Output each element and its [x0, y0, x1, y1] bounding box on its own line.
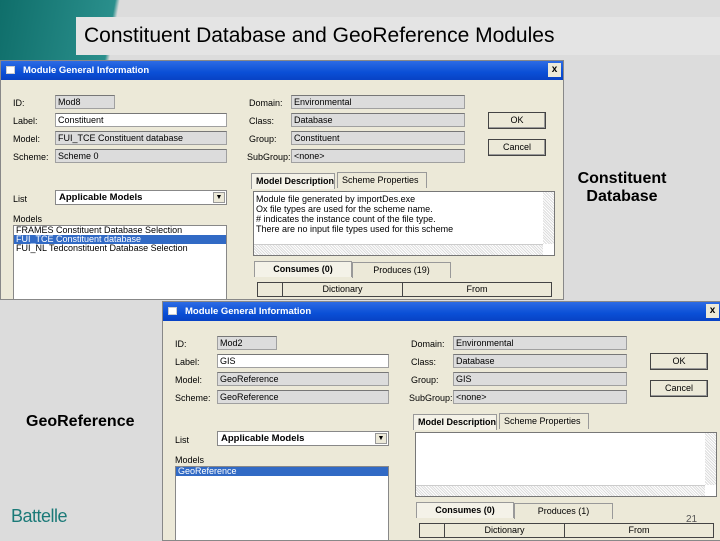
tab-model-description[interactable]: Model Description [251, 173, 335, 189]
domain-field: Environmental [453, 336, 627, 350]
ok-button[interactable]: OK [650, 353, 708, 370]
model-list-item[interactable]: GeoReference [176, 467, 388, 476]
label-label: Label: [175, 357, 200, 367]
list-label: List [175, 435, 190, 445]
model-field: FUI_TCE Constituent database [55, 131, 227, 145]
scheme-label: Scheme: [13, 152, 49, 162]
page-number: 21 [686, 514, 698, 525]
tab-consumes[interactable]: Consumes (0) [416, 502, 514, 518]
chevron-down-icon[interactable]: ▼ [375, 433, 387, 444]
model-label: Model: [175, 375, 203, 385]
caption-georeference: GeoReference [26, 413, 135, 430]
domain-field: Environmental [291, 95, 465, 109]
constituent-dialog: Module General Information x ID: Mod8 Lab… [0, 60, 564, 300]
tab-model-description[interactable]: Model Description [413, 414, 497, 430]
domain-label: Domain: [249, 98, 283, 108]
id-field: Mod2 [217, 336, 277, 350]
id-field: Mod8 [55, 95, 115, 109]
description-line: Ox file types are used for the scheme na… [256, 204, 433, 214]
scheme-field: Scheme 0 [55, 149, 227, 163]
class-field: Database [453, 354, 627, 368]
model-label: Model: [13, 134, 41, 144]
horizontal-scrollbar[interactable] [254, 244, 543, 255]
chevron-down-icon[interactable]: ▼ [213, 192, 225, 203]
scheme-label: Scheme: [175, 393, 211, 403]
domain-label: Domain: [411, 339, 445, 349]
list-select[interactable]: Applicable Models ▼ [217, 431, 389, 446]
dialog-title: Module General Information [185, 306, 312, 317]
group-field: GIS [453, 372, 627, 386]
model-list-item[interactable]: FUI_NL Tedconstituent Database Selection [14, 244, 226, 253]
list-select-value: Applicable Models [221, 433, 305, 444]
slide-title: Constituent Database and GeoReference Mo… [84, 24, 555, 47]
model-field: GeoReference [217, 372, 389, 386]
column-header-blank[interactable] [419, 523, 445, 538]
list-select[interactable]: Applicable Models ▼ [55, 190, 227, 205]
subgroup-label: SubGroup: [409, 393, 453, 403]
caption-constituent-database: Constituent Database [577, 170, 667, 205]
georeference-dialog: Module General Information x ID: Mod2 Lab… [162, 301, 720, 541]
scheme-field: GeoReference [217, 390, 389, 404]
tab-consumes[interactable]: Consumes (0) [254, 261, 352, 277]
class-label: Class: [411, 357, 437, 367]
label-input[interactable]: GIS [217, 354, 389, 368]
models-label: Models [13, 214, 43, 224]
id-label: ID: [13, 98, 25, 108]
horizontal-scrollbar[interactable] [416, 485, 705, 496]
label-label: Label: [13, 116, 38, 126]
list-select-value: Applicable Models [59, 192, 143, 203]
column-header-from[interactable]: From [564, 523, 714, 538]
cancel-button[interactable]: Cancel [650, 380, 708, 397]
close-button[interactable]: x [548, 63, 561, 77]
label-input[interactable]: Constituent [55, 113, 227, 127]
dialog-title: Module General Information [23, 65, 150, 76]
description-line: # indicates the instance count of the fi… [256, 214, 436, 224]
window-icon [168, 307, 177, 315]
group-field: Constituent [291, 131, 465, 145]
models-listbox[interactable]: FRAMES Constituent Database Selection FUI… [13, 225, 227, 299]
subgroup-label: SubGroup: [247, 152, 291, 162]
tab-scheme-properties[interactable]: Scheme Properties [499, 413, 589, 429]
dialog-title-bar[interactable]: Module General Information x [163, 302, 720, 321]
description-line: Module file generated by importDes.exe [256, 194, 416, 204]
tab-scheme-properties[interactable]: Scheme Properties [337, 172, 427, 188]
column-header-from[interactable]: From [402, 282, 552, 297]
models-label: Models [175, 455, 205, 465]
description-line: There are no input file types used for t… [256, 224, 454, 234]
close-button[interactable]: x [706, 304, 719, 318]
models-listbox[interactable]: GeoReference [175, 466, 389, 540]
ok-button[interactable]: OK [488, 112, 546, 129]
vertical-scrollbar[interactable] [543, 192, 554, 244]
column-header-blank[interactable] [257, 282, 283, 297]
id-label: ID: [175, 339, 187, 349]
battelle-logo: Battelle [11, 506, 68, 526]
subgroup-field: <none> [291, 149, 465, 163]
group-label: Group: [411, 375, 439, 385]
window-icon [6, 66, 15, 74]
tab-produces[interactable]: Produces (19) [352, 262, 451, 278]
class-field: Database [291, 113, 465, 127]
column-header-dictionary[interactable]: Dictionary [444, 523, 565, 538]
group-label: Group: [249, 134, 277, 144]
cancel-button[interactable]: Cancel [488, 139, 546, 156]
vertical-scrollbar[interactable] [705, 433, 716, 485]
column-header-dictionary[interactable]: Dictionary [282, 282, 403, 297]
subgroup-field: <none> [453, 390, 627, 404]
tab-produces[interactable]: Produces (1) [514, 503, 613, 519]
class-label: Class: [249, 116, 275, 126]
list-label: List [13, 194, 28, 204]
dialog-title-bar[interactable]: Module General Information x [1, 61, 563, 80]
